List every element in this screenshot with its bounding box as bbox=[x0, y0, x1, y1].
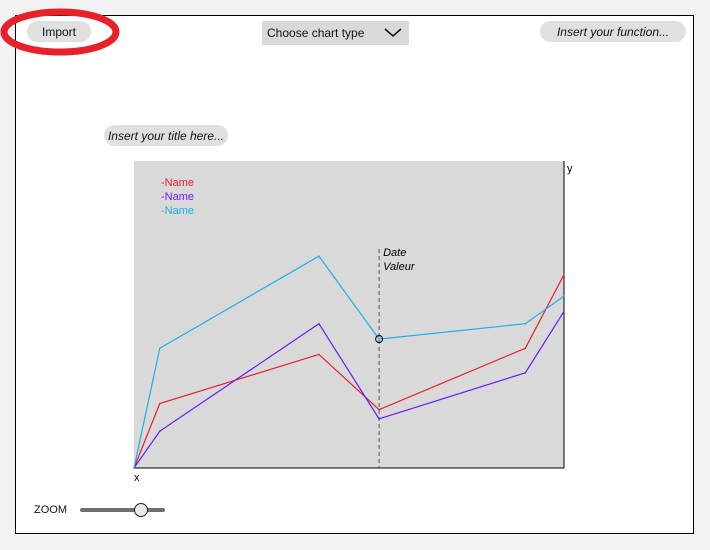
zoom-track bbox=[80, 508, 165, 512]
series-point bbox=[563, 273, 565, 276]
series-point bbox=[159, 347, 161, 350]
legend-entry: -Name bbox=[161, 205, 194, 217]
legend-entry: -Name bbox=[161, 191, 194, 203]
zoom-thumb[interactable] bbox=[134, 503, 149, 517]
series-point bbox=[378, 418, 380, 420]
series-point bbox=[563, 295, 565, 297]
series-point bbox=[318, 255, 320, 257]
series-point bbox=[318, 353, 320, 356]
series-point bbox=[563, 310, 565, 313]
series-point bbox=[524, 372, 527, 374]
marker-label: Date bbox=[383, 247, 406, 259]
series-point bbox=[378, 338, 380, 340]
series-point bbox=[318, 322, 320, 325]
series-point bbox=[378, 408, 380, 411]
series-point bbox=[133, 467, 135, 469]
series-point bbox=[159, 402, 161, 405]
marker-label: Valeur bbox=[383, 261, 416, 273]
plot-area bbox=[134, 161, 564, 468]
series-point bbox=[159, 430, 161, 432]
series-point bbox=[524, 322, 527, 325]
zoom-slider[interactable] bbox=[80, 502, 166, 518]
series-point bbox=[524, 347, 527, 350]
x-axis-label: x bbox=[134, 472, 140, 484]
legend-entry: -Name bbox=[161, 177, 194, 189]
zoom-label: ZOOM bbox=[34, 504, 67, 516]
y-axis-label: y bbox=[567, 163, 573, 175]
line-chart: y x -Name -Name -Name Date Valeur bbox=[133, 161, 573, 484]
